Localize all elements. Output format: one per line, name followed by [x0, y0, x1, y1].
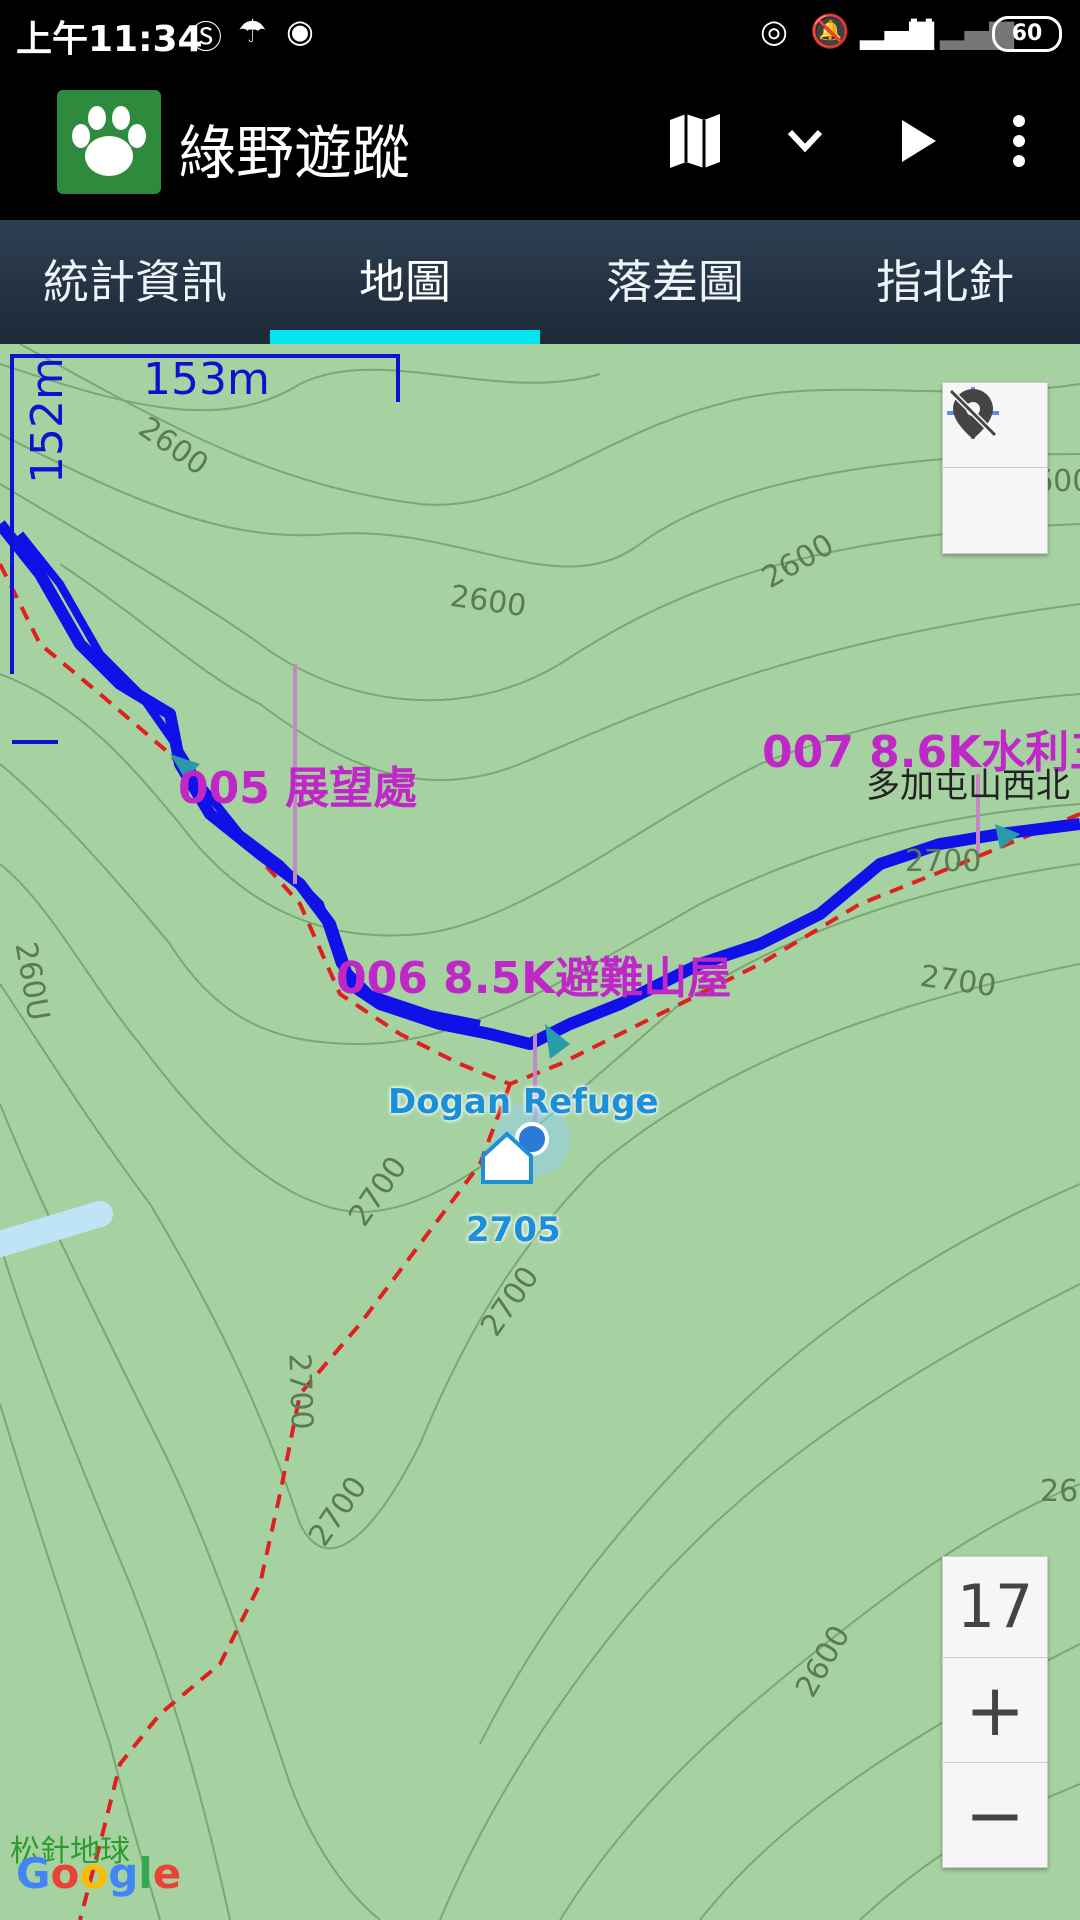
- tab-compass[interactable]: 指北針: [810, 220, 1080, 344]
- location-off-button[interactable]: [943, 388, 1047, 552]
- more-vert-icon[interactable]: [984, 106, 1054, 176]
- contour-label: 2700: [905, 844, 982, 879]
- weather-icon: ☂: [238, 12, 267, 50]
- app-logo-paw: [57, 90, 161, 194]
- app-bar: 綠野遊蹤: [0, 66, 1080, 220]
- tab-indicator: [270, 330, 540, 344]
- scale-vertical-label: 152m: [22, 357, 73, 484]
- zoom-out-button[interactable]: −: [943, 1763, 1047, 1867]
- refuge-elevation-label: 2705: [466, 1210, 561, 1250]
- tab-statistics[interactable]: 統計資訊: [0, 220, 270, 344]
- planned-route: [0, 563, 1080, 1087]
- status-bar: 上午11:34 Ⓢ ☂ ◉ ◎ 🔕 ▂▄▆ H ▂▄▆ 60: [0, 0, 1080, 66]
- play-icon[interactable]: [882, 106, 952, 176]
- location-off-icon: [948, 388, 998, 439]
- app-title: 綠野遊蹤: [178, 119, 411, 187]
- tab-bar: 統計資訊 地圖 落差圖 指北針: [0, 220, 1080, 344]
- zoom-in-button[interactable]: +: [943, 1658, 1047, 1763]
- waypoint-006-label[interactable]: 006 8.5K避難山屋: [336, 942, 731, 1006]
- eye-icon: ◉: [286, 12, 314, 50]
- zoom-level: 17: [943, 1557, 1047, 1658]
- chevron-down-icon[interactable]: [770, 106, 840, 176]
- waypoint-005-label[interactable]: 005 展望處: [178, 752, 417, 816]
- network-type: H: [908, 12, 935, 50]
- map-controls-top: [942, 382, 1048, 554]
- hotspot-icon: ◎: [760, 12, 788, 50]
- map-icon[interactable]: [660, 106, 730, 176]
- scale-horizontal-label: 153m: [143, 354, 270, 405]
- map-view[interactable]: 2600 2600 2600 2600 2700 2700 2700 2700 …: [0, 344, 1080, 1920]
- skype-icon: Ⓢ: [190, 18, 223, 56]
- battery-indicator: 60: [992, 16, 1062, 52]
- status-time: 上午11:34: [16, 19, 203, 60]
- map-controls-zoom: 17 + −: [942, 1556, 1048, 1868]
- refuge-name-label[interactable]: Dogan Refuge: [388, 1082, 659, 1122]
- tab-map[interactable]: 地圖: [270, 220, 540, 344]
- place-label: 多加屯山西北: [866, 766, 1070, 806]
- google-logo: Google: [16, 1849, 182, 1898]
- contour-label: 2700: [281, 1352, 320, 1431]
- contour-label: 265: [1040, 1474, 1080, 1509]
- tab-elevation[interactable]: 落差圖: [540, 220, 810, 344]
- map-canvas: [0, 344, 1080, 1920]
- mute-icon: 🔕: [810, 12, 850, 50]
